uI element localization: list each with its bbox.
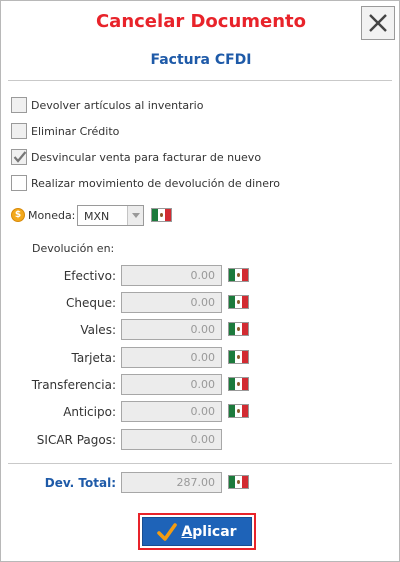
- refund-field-cash[interactable]: 0.00: [121, 265, 222, 286]
- cancel-document-dialog: Cancelar Documento Factura CFDI Devolver…: [0, 0, 400, 562]
- mexico-flag-icon: [228, 295, 249, 309]
- close-button[interactable]: [361, 6, 395, 40]
- checkbox[interactable]: [11, 123, 27, 139]
- dropdown-arrow[interactable]: [127, 206, 143, 225]
- currency-select[interactable]: MXN: [77, 205, 144, 226]
- refund-label-transfer: Transferencia:: [31, 378, 116, 392]
- coin-icon: $: [11, 208, 25, 222]
- total-divider: [8, 463, 392, 464]
- dialog-title: Cancelar Documento: [95, 11, 307, 32]
- refund-field-sicar-payments[interactable]: 0.00: [121, 429, 222, 450]
- refund-field-advance[interactable]: 0.00: [121, 401, 222, 422]
- document-type-subtitle: Factura CFDI: [150, 52, 252, 68]
- mexico-flag-icon: [228, 475, 249, 489]
- checkbox[interactable]: [11, 97, 27, 113]
- header-divider: [8, 80, 392, 81]
- refund-field-vouchers[interactable]: 0.00: [121, 319, 222, 340]
- checkbox-checked[interactable]: [11, 149, 27, 165]
- checkmark-icon: [13, 151, 27, 163]
- refund-total-label: Dev. Total:: [44, 476, 116, 490]
- mexico-flag-icon: [228, 350, 249, 364]
- refund-total-field: 287.00: [121, 472, 222, 493]
- mexico-flag-icon: [228, 268, 249, 282]
- currency-selected-value: MXN: [84, 210, 110, 223]
- refund-field-check[interactable]: 0.00: [121, 292, 222, 313]
- close-icon: [369, 14, 387, 32]
- mexico-flag-icon: [151, 208, 172, 222]
- refund-label-check: Cheque:: [65, 296, 116, 310]
- refund-label-sicar-payments: SICAR Pagos:: [36, 433, 116, 447]
- currency-label: Moneda:: [28, 209, 76, 222]
- checkmark-icon: [157, 522, 178, 541]
- refund-label-card: Tarjeta:: [71, 351, 116, 365]
- option-return-inventory[interactable]: Devolver artículos al inventario: [11, 96, 203, 114]
- refund-label-cash: Efectivo:: [63, 269, 116, 283]
- option-delete-credit[interactable]: Eliminar Crédito: [11, 122, 119, 140]
- option-label: Desvincular venta para facturar de nuevo: [31, 150, 262, 164]
- option-label: Devolver artículos al inventario: [31, 98, 204, 112]
- mexico-flag-icon: [228, 377, 249, 391]
- refund-field-transfer[interactable]: 0.00: [121, 374, 222, 395]
- option-label: Eliminar Crédito: [31, 124, 120, 138]
- mexico-flag-icon: [228, 404, 249, 418]
- option-label: Realizar movimiento de devolución de din…: [31, 176, 280, 190]
- apply-button-label: Aplicar: [181, 523, 237, 540]
- apply-button-focus-ring[interactable]: Aplicar: [138, 513, 256, 550]
- option-money-refund[interactable]: Realizar movimiento de devolución de din…: [11, 174, 280, 192]
- refund-field-card[interactable]: 0.00: [121, 347, 222, 368]
- refund-label-advance: Anticipo:: [63, 405, 116, 419]
- option-unlink-sale[interactable]: Desvincular venta para facturar de nuevo: [11, 148, 261, 166]
- apply-button[interactable]: Aplicar: [142, 517, 252, 546]
- refund-heading: Devolución en:: [32, 242, 115, 255]
- mexico-flag-icon: [228, 322, 249, 336]
- chevron-down-icon: [132, 213, 140, 218]
- checkbox[interactable]: [11, 175, 27, 191]
- refund-label-vouchers: Vales:: [80, 323, 116, 337]
